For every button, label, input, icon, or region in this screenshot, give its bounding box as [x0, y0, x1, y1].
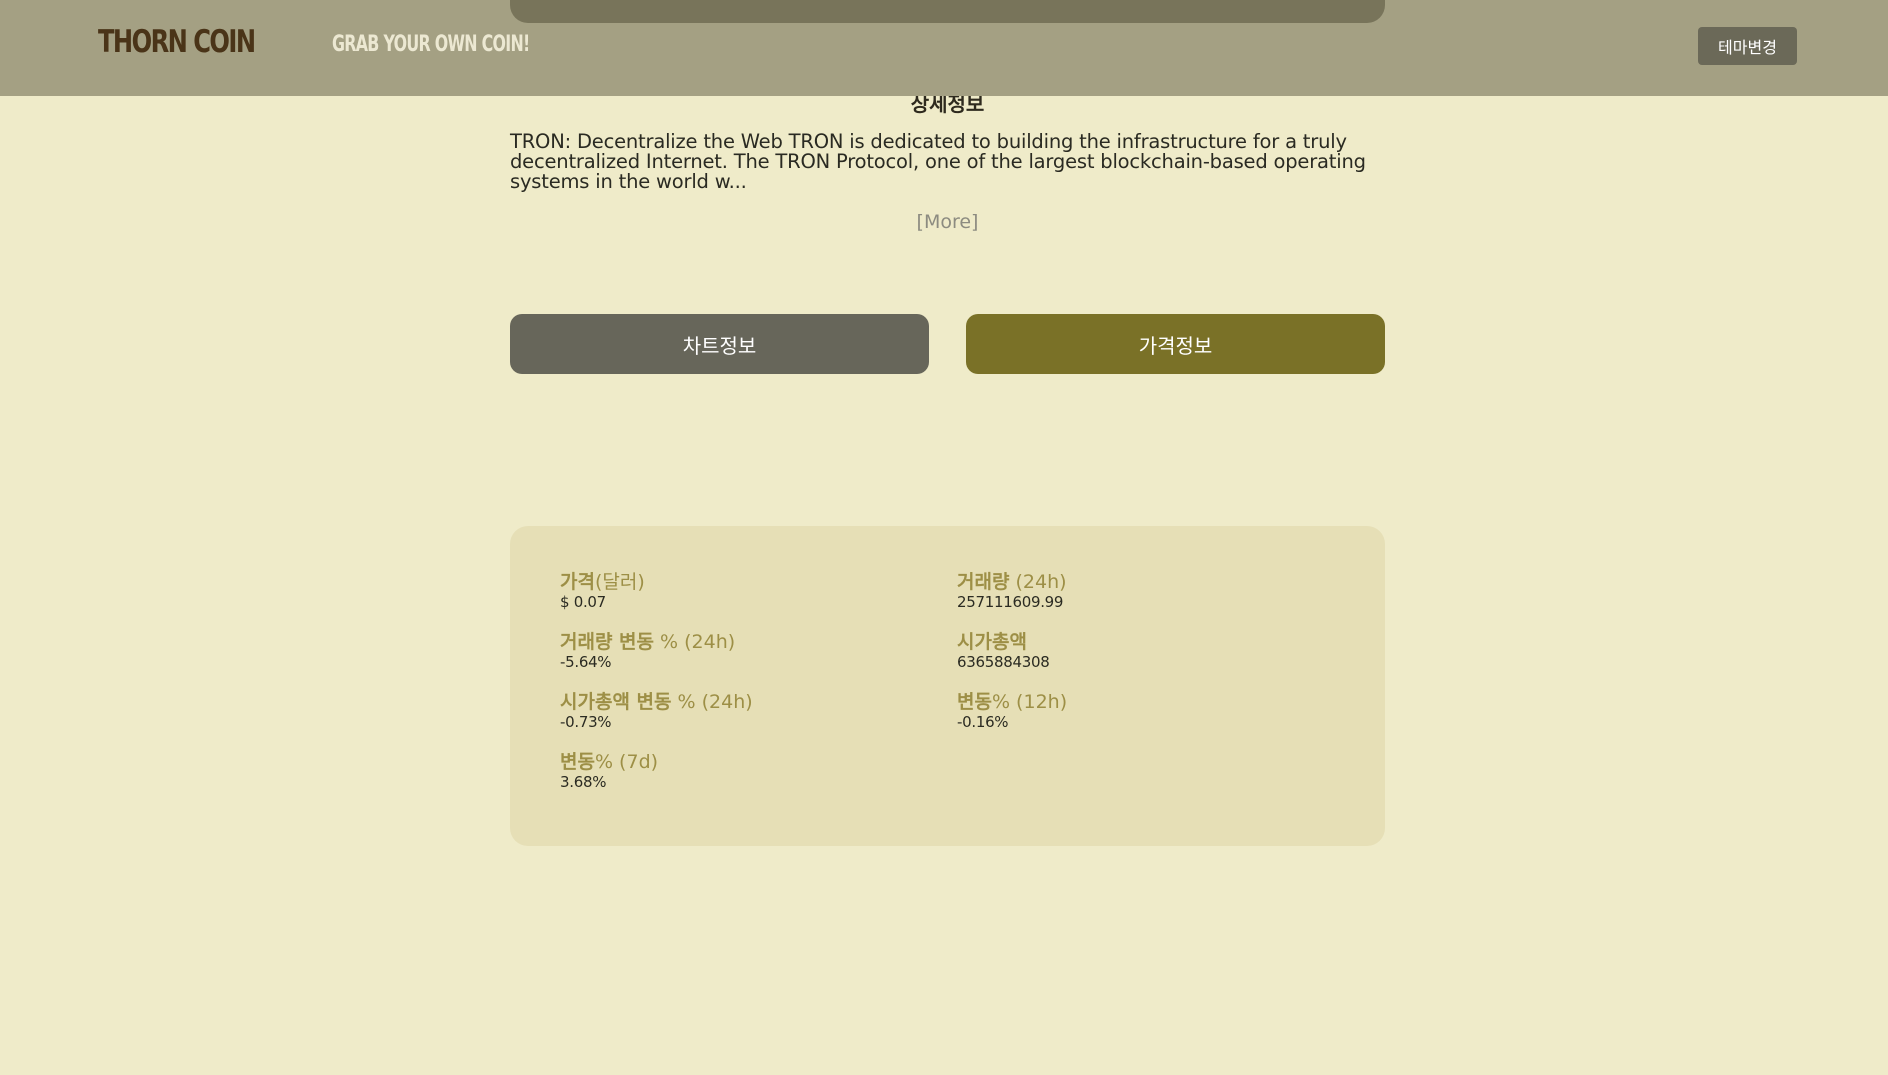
stat-value: $ 0.07	[560, 593, 606, 611]
stat-label-suffix: % (12h)	[991, 691, 1068, 713]
stat-label-main: 가격	[560, 571, 595, 593]
stat-volume-change-24h: 거래량 변동 % (24h) -5.64%	[560, 631, 940, 671]
stat-label-main: 변동	[957, 691, 992, 713]
tab-chart-info[interactable]: 차트정보	[510, 314, 929, 374]
stat-label-main: 거래량	[957, 571, 1010, 593]
stat-label: 변동% (7d)	[560, 751, 940, 773]
stat-label: 시가총액 변동 % (24h)	[560, 691, 940, 713]
stat-label-suffix: (달러)	[594, 571, 645, 593]
stat-label: 변동% (12h)	[957, 691, 1337, 713]
stat-value: 257111609.99	[957, 593, 1064, 611]
stat-label: 거래량 (24h)	[957, 571, 1337, 593]
site-tagline: GRAB YOUR OWN COIN!	[332, 32, 530, 57]
stat-label-main: 시가총액 변동	[560, 691, 672, 713]
stat-market-cap: 시가총액 6365884308	[957, 631, 1337, 671]
stat-label: 거래량 변동 % (24h)	[560, 631, 940, 653]
stat-label-suffix: (24h)	[1009, 571, 1067, 593]
price-stats-panel: 가격(달러) $ 0.07 거래량 (24h) 257111609.99 거래량…	[510, 526, 1385, 846]
stat-label-suffix: % (24h)	[671, 691, 753, 713]
stat-label-main: 거래량 변동	[560, 631, 655, 653]
stat-price: 가격(달러) $ 0.07	[560, 571, 940, 611]
stat-label-main: 변동	[560, 751, 595, 773]
stat-value: -0.73%	[560, 713, 612, 731]
stat-value: 6365884308	[957, 653, 1050, 671]
stat-value: -0.16%	[957, 713, 1009, 731]
stat-label-main: 시가총액	[957, 631, 1027, 653]
stat-value: 3.68%	[560, 773, 607, 791]
stat-change-7d: 변동% (7d) 3.68%	[560, 751, 940, 791]
coin-description: TRON: Decentralize the Web TRON is dedic…	[510, 130, 1366, 193]
coin-card-top-edge	[510, 0, 1385, 23]
stat-market-cap-change-24h: 시가총액 변동 % (24h) -0.73%	[560, 691, 940, 731]
more-link[interactable]: [More]	[510, 211, 1385, 233]
tab-price-info[interactable]: 가격정보	[966, 314, 1385, 374]
stat-label: 가격(달러)	[560, 571, 940, 593]
stat-label-suffix: % (24h)	[654, 631, 736, 653]
page: THORN COIN GRAB YOUR OWN COIN! 테마변경 상세정보…	[0, 0, 1888, 1075]
stat-label-suffix: % (7d)	[594, 751, 659, 773]
stat-volume-24h: 거래량 (24h) 257111609.99	[957, 571, 1337, 611]
stat-change-12h: 변동% (12h) -0.16%	[957, 691, 1337, 731]
stat-value: -5.64%	[560, 653, 612, 671]
site-logo[interactable]: THORN COIN	[98, 24, 256, 60]
stat-label: 시가총액	[957, 631, 1337, 653]
theme-toggle-button[interactable]: 테마변경	[1698, 27, 1797, 65]
